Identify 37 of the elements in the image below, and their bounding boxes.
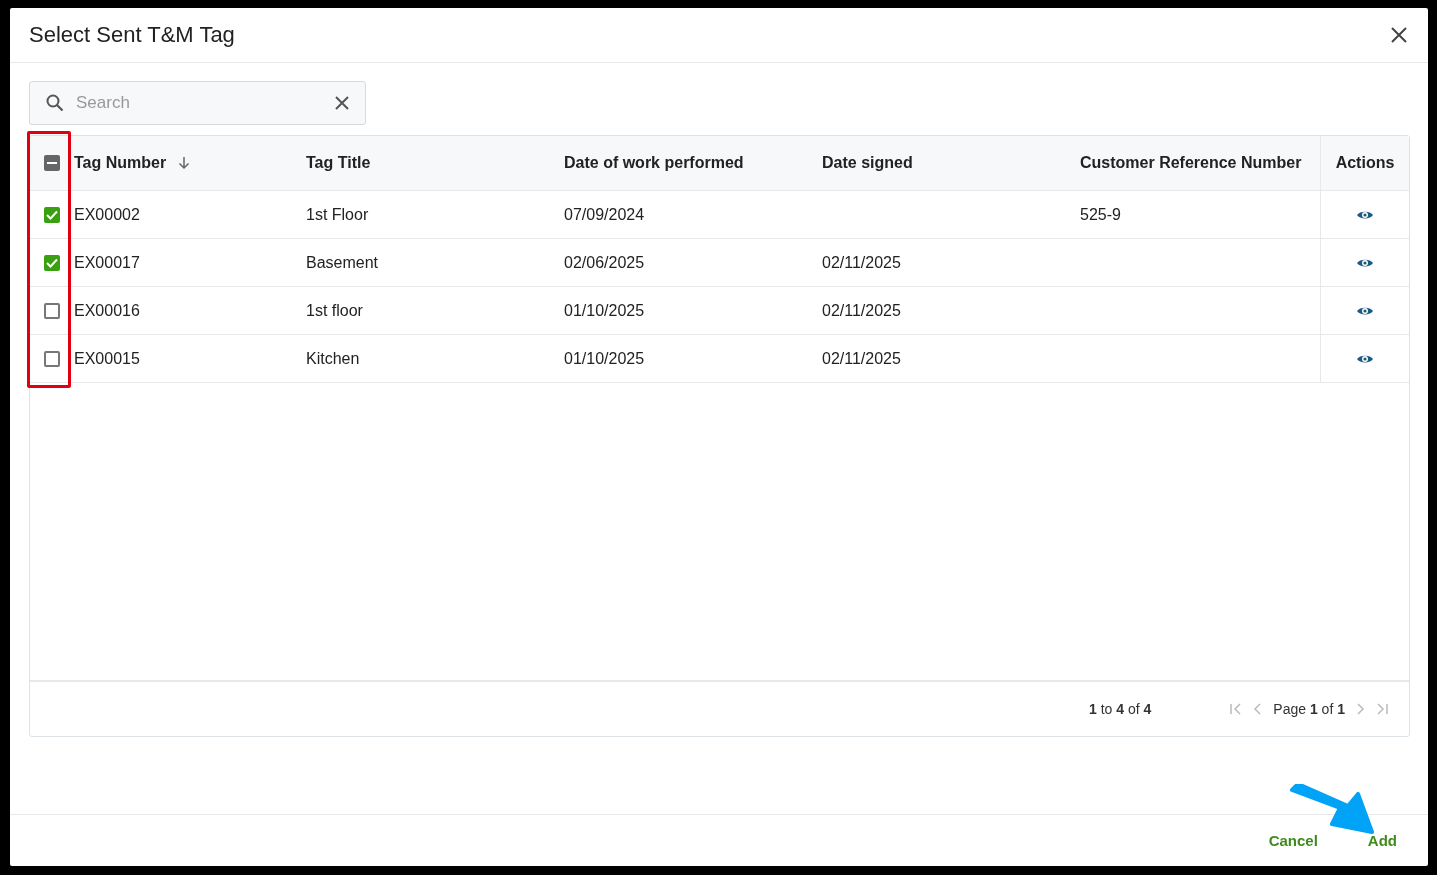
dialog-button[interactable]: Cancel bbox=[1268, 828, 1318, 853]
select-all-checkbox[interactable] bbox=[44, 155, 60, 171]
column-header[interactable]: Tag Number bbox=[74, 154, 167, 172]
column-header[interactable]: Actions bbox=[1335, 154, 1395, 172]
dialog-button[interactable]: Add bbox=[1367, 828, 1397, 853]
table-cell: 525-9 bbox=[1080, 205, 1121, 224]
table-cell: 01/10/2025 bbox=[564, 349, 645, 368]
table-cell: Basement bbox=[306, 253, 379, 272]
column-header[interactable]: Date of work performed bbox=[564, 154, 744, 172]
page-indicator: Page 1 of 1 bbox=[1273, 701, 1345, 717]
table-cell: 1st floor bbox=[306, 301, 363, 320]
table-cell: 02/11/2025 bbox=[822, 253, 901, 272]
sort-arrow-icon[interactable] bbox=[178, 156, 191, 170]
dialog-title: Select Sent T&M Tag bbox=[29, 22, 235, 48]
row-checkbox[interactable] bbox=[44, 350, 60, 367]
table-cell: 07/09/2024 bbox=[564, 205, 645, 224]
column-header[interactable]: Tag Title bbox=[306, 154, 371, 172]
clear-icon[interactable] bbox=[335, 96, 349, 110]
row-count: 1 to 4 of 4 bbox=[1089, 701, 1152, 717]
table-cell: EX00016 bbox=[74, 301, 140, 320]
search-field[interactable]: Search bbox=[29, 81, 366, 125]
column-header[interactable]: Customer Reference Number bbox=[1080, 154, 1302, 172]
table-cell: 02/06/2025 bbox=[564, 253, 645, 272]
table-cell: 02/11/2025 bbox=[822, 349, 901, 368]
table-cell: EX00002 bbox=[74, 205, 140, 224]
table-cell: 1st Floor bbox=[306, 205, 369, 224]
row-checkbox[interactable] bbox=[44, 254, 60, 271]
table-cell: EX00017 bbox=[74, 253, 140, 272]
search-icon bbox=[46, 94, 64, 112]
table-cell: EX00015 bbox=[74, 349, 140, 368]
row-checkbox[interactable] bbox=[44, 206, 60, 223]
row-checkbox[interactable] bbox=[44, 302, 60, 319]
table-cell: 02/11/2025 bbox=[822, 301, 901, 320]
table-cell: Kitchen bbox=[306, 349, 360, 368]
search-input[interactable]: Search bbox=[74, 92, 325, 114]
column-header[interactable]: Date signed bbox=[822, 154, 913, 172]
table-cell: 01/10/2025 bbox=[564, 301, 645, 320]
